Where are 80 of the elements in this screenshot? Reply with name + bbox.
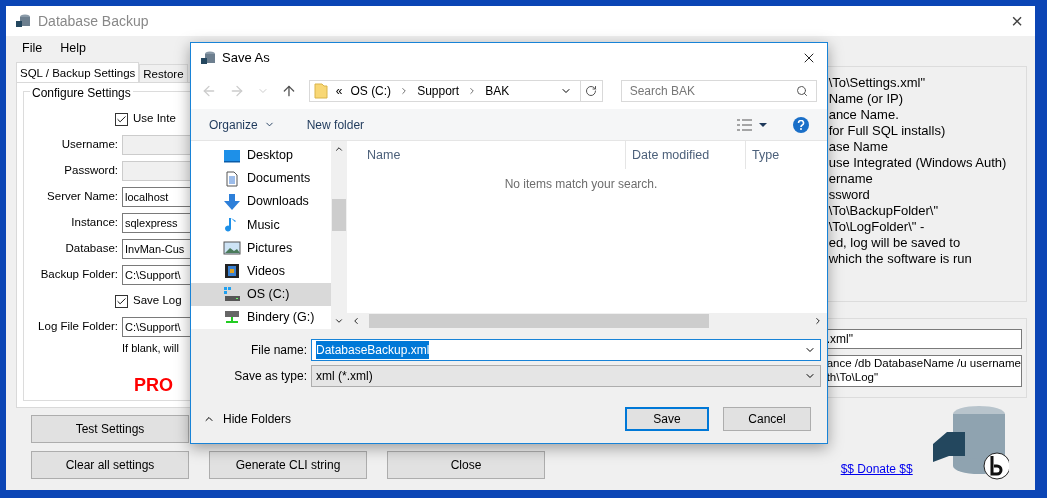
address-bar[interactable]: « OS (C:) Support BAK [308, 80, 603, 102]
help-text: ase Name [827, 139, 889, 155]
checkbox-label: Save Log [133, 293, 182, 309]
field-label: Username: [60, 137, 119, 153]
dialog-title: Save As [222, 49, 270, 68]
scroll-left-icon[interactable] [351, 316, 361, 326]
donate-link[interactable]: $$ Donate $$ [840, 460, 913, 478]
breadcrumb[interactable]: Support [417, 82, 460, 100]
window-title: Database Backup [38, 11, 149, 31]
nav-item[interactable]: OS (C:) [191, 282, 331, 306]
scroll-down-icon[interactable] [334, 316, 344, 326]
help-icon[interactable] [793, 116, 809, 133]
field-label: Backup Folder: [39, 267, 119, 283]
menu-item[interactable]: File [22, 38, 43, 58]
scrollbar-thumb[interactable] [369, 314, 709, 328]
refresh-icon[interactable] [585, 85, 598, 97]
picture-icon [223, 240, 241, 257]
close-button[interactable]: × [1011, 11, 1023, 31]
organize-menu[interactable]: Organize [209, 115, 275, 134]
scroll-up-icon[interactable] [334, 144, 344, 154]
action-button[interactable]: Close [387, 451, 545, 479]
help-text: ance Name. [827, 107, 900, 123]
hint-text: If blank, will [122, 342, 179, 354]
help-text: for Full SQL installs) [827, 123, 947, 139]
column-header[interactable]: Date modified [625, 141, 745, 169]
folder-icon [313, 83, 328, 99]
help-text: ed, log will be saved to [827, 235, 962, 251]
field-label: Server Name: [46, 189, 119, 205]
field-label: Save as type: [233, 368, 308, 385]
scrollbar[interactable] [331, 141, 347, 329]
field-label: Database: [64, 241, 119, 257]
help-text: \To\LogFolder\" - [827, 219, 926, 235]
scroll-right-icon[interactable] [813, 316, 823, 326]
file-type-dropdown[interactable]: xml (*.xml) [311, 365, 821, 387]
column-header[interactable]: Type [745, 141, 780, 169]
down-arrow-icon [223, 193, 241, 210]
help-text: \To\BackupFolder\" [827, 203, 940, 219]
column-header[interactable]: Name [367, 145, 625, 165]
new-folder-button[interactable]: New folder [306, 115, 365, 134]
monitor-icon [223, 147, 241, 164]
cancel-button[interactable]: Cancel [723, 407, 811, 431]
field-label: Password: [63, 163, 119, 179]
breadcrumb[interactable]: « [335, 82, 343, 100]
pro-label: PRO [134, 375, 173, 395]
field-label: Log File Folder: [37, 319, 119, 335]
checkbox[interactable] [115, 294, 128, 308]
network-drive-icon [223, 309, 241, 326]
nav-item[interactable]: Desktop [191, 144, 331, 168]
breadcrumb[interactable]: BAK [485, 82, 510, 100]
tab[interactable]: SQL / Backup Settings [16, 62, 140, 82]
document-icon [223, 170, 241, 187]
help-text: ername [827, 171, 874, 187]
breadcrumb[interactable]: OS (C:) [350, 82, 392, 100]
help-text: which the software is run [827, 251, 973, 267]
horizontal-scrollbar[interactable] [347, 313, 827, 329]
hide-folders-button[interactable]: Hide Folders [203, 410, 292, 428]
help-text: use Integrated (Windows Auth) [827, 155, 1008, 171]
view-list-icon[interactable] [737, 118, 767, 131]
drive-icon [223, 286, 241, 303]
search-field[interactable]: Search BAK [620, 80, 817, 102]
empty-message: No items match your search. [504, 176, 658, 193]
save-button[interactable]: Save [625, 407, 709, 431]
scrollbar-thumb[interactable] [332, 199, 346, 231]
film-icon [223, 263, 241, 280]
menu-item[interactable]: Help [60, 38, 86, 58]
app-icon [200, 50, 216, 66]
help-text: Name (or IP) [827, 91, 905, 107]
field-label: File name: [249, 342, 308, 359]
test-settings-button[interactable]: Test Settings [31, 415, 189, 443]
file-name-field[interactable]: DatabaseBackup.xml [311, 339, 821, 361]
tab[interactable]: Restore [139, 64, 188, 82]
action-button[interactable]: Clear all settings [31, 451, 189, 479]
checkbox-label: Use Inte [133, 111, 176, 127]
field-label: Instance: [70, 215, 119, 231]
help-text: \To\Settings.xml" [827, 75, 927, 91]
app-icon [15, 13, 31, 29]
search-icon [796, 85, 808, 97]
help-text: ssword [827, 187, 871, 203]
checkbox[interactable] [115, 112, 128, 126]
action-button[interactable]: Generate CLI string [209, 451, 367, 479]
